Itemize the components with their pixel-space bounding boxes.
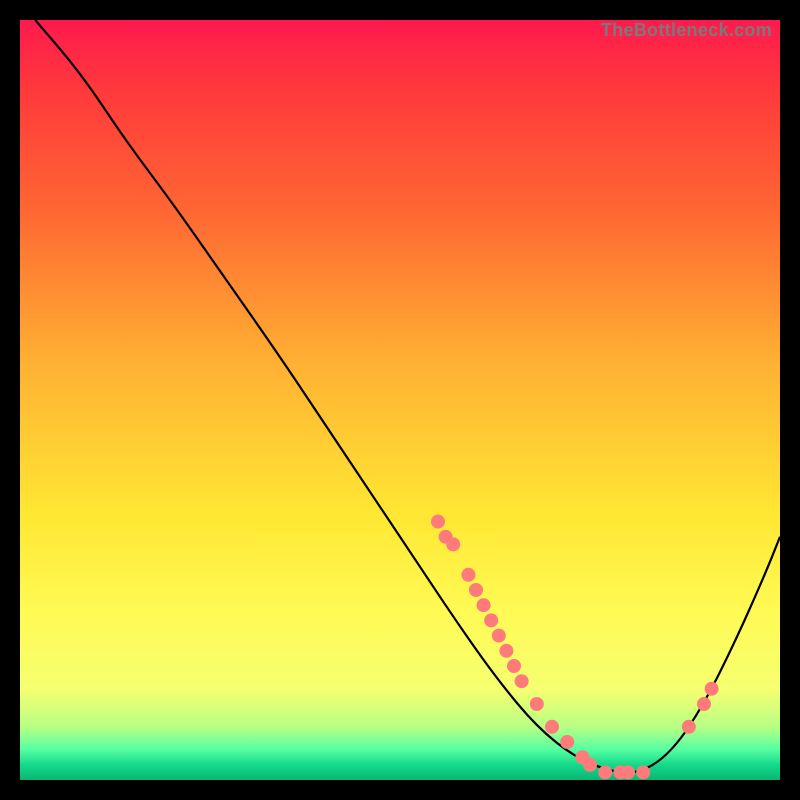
data-point — [545, 720, 559, 734]
data-point — [705, 682, 719, 696]
data-point — [515, 674, 529, 688]
data-point — [682, 720, 696, 734]
plot-area: TheBottleneck.com — [20, 20, 780, 780]
data-point — [492, 629, 506, 643]
data-point — [560, 735, 574, 749]
bottleneck-curve — [35, 20, 780, 772]
data-point — [598, 765, 612, 779]
data-point — [484, 613, 498, 627]
data-point — [446, 537, 460, 551]
chart-container: TheBottleneck.com — [0, 0, 800, 800]
data-point — [507, 659, 521, 673]
plot-svg — [20, 20, 780, 780]
data-point — [431, 515, 445, 529]
data-point — [461, 568, 475, 582]
data-point — [697, 697, 711, 711]
data-point — [636, 765, 650, 779]
data-point — [621, 765, 635, 779]
data-point — [499, 644, 513, 658]
data-point — [583, 758, 597, 772]
data-point — [530, 697, 544, 711]
data-point — [469, 583, 483, 597]
data-point — [477, 598, 491, 612]
